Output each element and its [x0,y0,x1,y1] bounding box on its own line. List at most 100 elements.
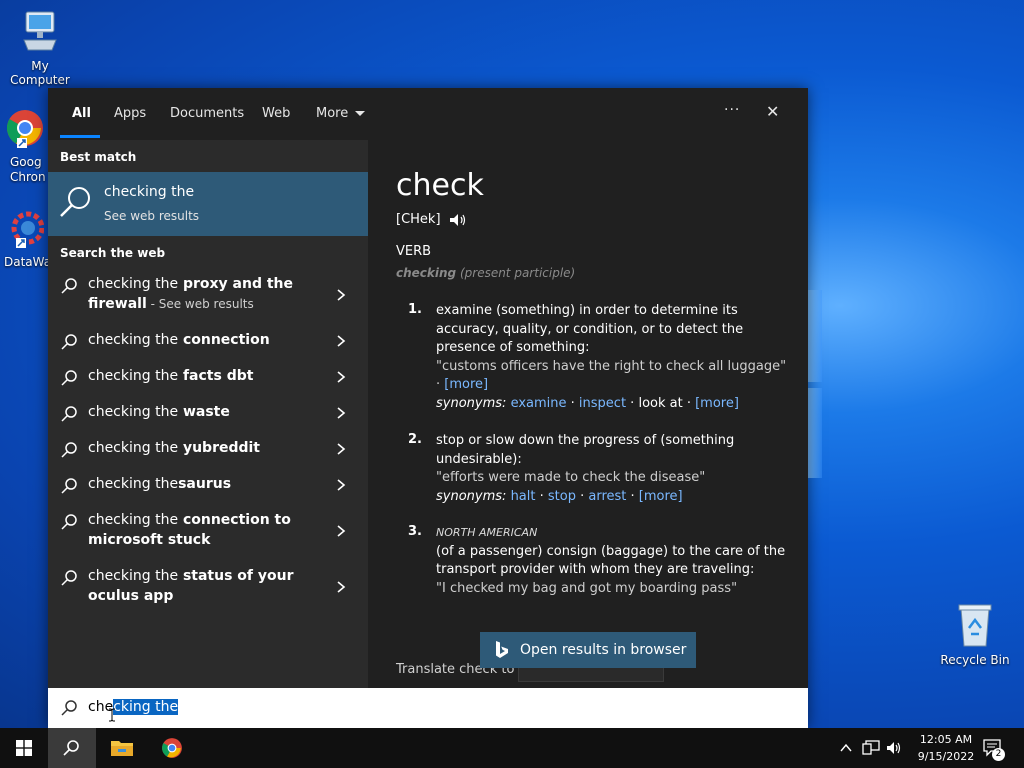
synonym-link[interactable]: examine [511,396,567,411]
tab-documents[interactable]: Documents [170,106,244,121]
suggestion-text: checking the connection [88,332,270,348]
synonym-link[interactable]: stop [548,489,576,504]
dictionary-word: check [396,168,484,203]
chevron-right-icon [337,443,346,455]
desktop-icon-datawag[interactable]: DataWag [0,206,59,269]
tab-apps[interactable]: Apps [114,106,146,121]
search-icon [61,514,77,530]
dictionary-preview: check [CHek] VERB checking (present part… [368,140,808,688]
recycle-bin-icon [958,604,992,647]
search-box[interactable]: checking the [48,688,808,728]
notification-center-button[interactable]: 2 [980,728,1010,768]
definition-example: "customs officers have the right to chec… [436,358,787,374]
synonyms-more-link[interactable]: [more] [695,396,739,411]
suggestion-item[interactable]: checking thesaurus [48,474,368,498]
synonyms-more-link[interactable]: [more] [639,489,683,504]
folder-icon [111,741,133,756]
suggestion-item[interactable]: checking the yubreddit [48,438,368,462]
chevron-right-icon [337,289,346,301]
search-icon [61,442,77,458]
tab-web[interactable]: Web [262,106,290,121]
suggestion-item[interactable]: checking the waste [48,402,368,426]
suggestion-text: checking the waste [88,404,230,420]
wallpaper-light-beam [808,388,822,478]
inflection: checking (present participle) [396,266,576,280]
best-match-heading: Best match [60,150,137,164]
suggestion-item[interactable]: checking the proxy and the firewall - Se… [48,274,368,314]
computer-icon [23,11,57,51]
search-icon [61,700,77,716]
taskbar-google-chrome[interactable] [148,728,196,768]
suggestion-item[interactable]: checking the facts dbt [48,366,368,390]
close-button[interactable]: ✕ [766,102,779,121]
wallpaper-light-beam [808,290,822,382]
synonym-text: look at [638,395,683,411]
windows-logo-icon [16,740,32,756]
desktop-icon-label: My Computer [10,59,70,87]
search-input[interactable]: checking the [88,699,179,715]
synonyms-label: synonyms: [436,395,507,411]
example-more-link[interactable]: [more] [444,377,488,392]
tab-more-label: More [316,106,349,121]
search-icon [60,187,90,217]
desktop-icon-label: Recycle Bin [940,653,1010,667]
search-panel: All Apps Documents Web More ··· ✕ Best m… [48,88,808,728]
suggestion-text: checking the status of your oculus app [88,568,294,604]
best-match-subtitle: See web results [104,209,200,223]
definition-text: examine (something) in order to determin… [436,303,744,355]
search-icon [61,406,77,422]
results-list: Best match checking the See web results … [48,140,368,688]
chevron-right-icon [337,525,346,537]
desktop-icon-recycle-bin[interactable]: Recycle Bin [935,602,1015,667]
pronunciation: [CHek] [396,212,467,227]
chevron-right-icon [337,407,346,419]
definition-number: 1. [408,302,422,317]
synonym-link[interactable]: arrest [588,489,626,504]
speaker-icon[interactable] [449,213,467,227]
suggestion-text: checking the facts dbt [88,368,254,384]
taskbar-search-button[interactable] [48,728,96,768]
gear-icon [11,211,45,248]
tab-more[interactable]: More [316,106,366,121]
suggestion-item[interactable]: checking the connection to microsoft stu… [48,510,368,550]
definition-example: "efforts were made to check the disease" [436,470,706,485]
chrome-icon [6,110,43,148]
open-results-label: Open results in browser [520,642,687,658]
chevron-right-icon [337,371,346,383]
network-icon[interactable] [862,740,880,756]
suggestion-item[interactable]: checking the connection [48,330,368,354]
best-match-title: checking the [104,184,195,200]
open-results-in-browser-button[interactable]: Open results in browser [480,632,696,668]
bing-icon [496,641,508,658]
synonym-link[interactable]: halt [511,489,536,504]
chevron-right-icon [337,581,346,593]
definition-number: 2. [408,432,422,447]
taskbar-file-explorer[interactable] [98,728,146,768]
definition-text: stop or slow down the progress of (somet… [436,433,735,467]
search-tabs-bar: All Apps Documents Web More ··· ✕ [48,88,808,140]
search-icon [61,370,77,386]
best-match-item[interactable]: checking the See web results [48,172,368,236]
chevron-right-icon [337,335,346,347]
desktop-icon-my-computer[interactable]: My Computer [0,10,80,87]
desktop-icon-label: Goog Chron [10,155,46,184]
search-web-heading: Search the web [60,246,166,260]
synonyms-label: synonyms: [436,488,507,504]
search-input-selection: cking the [113,699,179,715]
chevron-up-icon[interactable] [840,742,852,754]
chevron-right-icon [337,479,346,491]
tab-all[interactable]: All [72,106,91,121]
suggestion-item[interactable]: checking the status of your oculus app [48,566,368,606]
definition-example: "I checked my bag and got my boarding pa… [436,580,738,596]
definition-region: NORTH AMERICAN [436,526,538,539]
suggestion-text: checking the yubreddit [88,440,260,456]
search-icon [61,478,77,494]
desktop-icon-google-chrome[interactable]: Goog Chron [0,106,46,185]
synonym-link[interactable]: inspect [579,396,626,411]
notification-badge: 2 [992,748,1005,761]
taskbar: 12:05 AM 9/15/2022 2 [0,728,1024,768]
search-icon [61,278,77,294]
start-button[interactable] [0,728,48,768]
search-icon [61,334,77,350]
more-options-button[interactable]: ··· [724,102,740,118]
